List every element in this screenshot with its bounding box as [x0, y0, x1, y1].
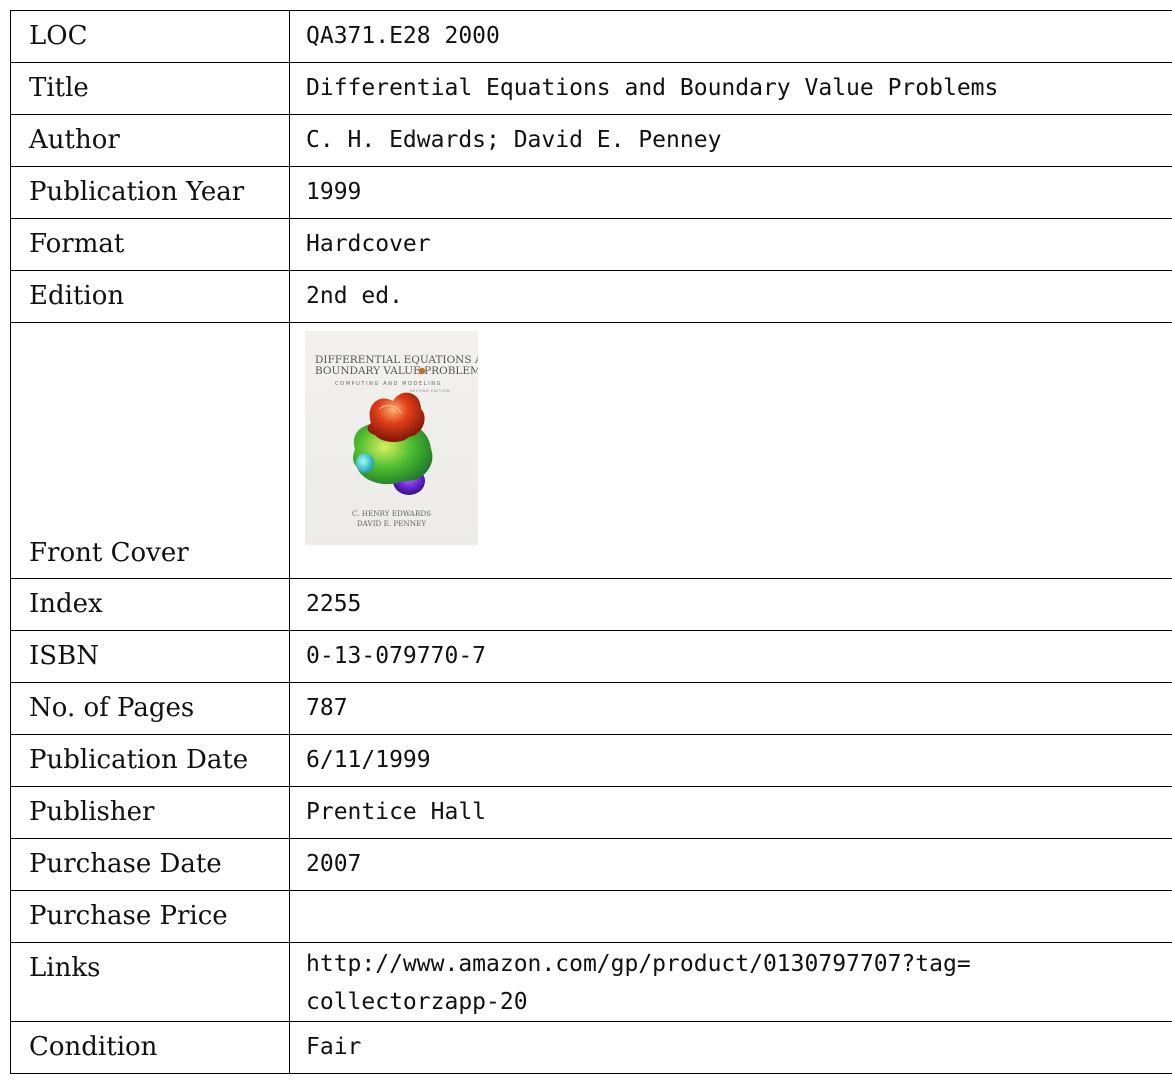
- condition-label: Condition: [10, 1021, 290, 1074]
- row-index: Index 2255: [10, 578, 1172, 631]
- title-label: Title: [10, 62, 290, 115]
- row-edition: Edition 2nd ed.: [10, 270, 1172, 323]
- index-value: 2255: [289, 578, 1172, 631]
- edition-label: Edition: [10, 270, 290, 323]
- index-label: Index: [10, 578, 290, 631]
- front-cover-image: DIFFERENTIAL EQUATIONS AND BOUNDARY VALU…: [305, 331, 478, 545]
- row-front-cover: Front Cover DIFFERENTIAL EQUATIONS AND B…: [10, 322, 1172, 579]
- loc-label: LOC: [10, 10, 290, 63]
- cover-authors: C. HENRY EDWARDS DAVID E. PENNEY: [305, 509, 478, 529]
- row-loc: LOC QA371.E28 2000: [10, 10, 1172, 63]
- author-value: C. H. Edwards; David E. Penney: [289, 114, 1172, 167]
- pages-value: 787: [289, 682, 1172, 735]
- publication-year-label: Publication Year: [10, 166, 290, 219]
- purchase-date-value: 2007: [289, 838, 1172, 891]
- author-label: Author: [10, 114, 290, 167]
- row-publication-year: Publication Year 1999: [10, 166, 1172, 219]
- row-author: Author C. H. Edwards; David E. Penney: [10, 114, 1172, 167]
- row-pages: No. of Pages 787: [10, 682, 1172, 735]
- cover-logo-dot-icon: [418, 367, 426, 375]
- row-publisher: Publisher Prentice Hall: [10, 786, 1172, 839]
- cover-author1: C. HENRY EDWARDS: [351, 509, 432, 518]
- purchase-price-label: Purchase Price: [10, 890, 290, 943]
- links-value[interactable]: http://www.amazon.com/gp/product/0130797…: [289, 942, 1172, 1022]
- row-condition: Condition Fair: [10, 1021, 1172, 1074]
- row-purchase-price: Purchase Price: [10, 890, 1172, 943]
- publication-date-value: 6/11/1999: [289, 734, 1172, 787]
- purchase-date-label: Purchase Date: [10, 838, 290, 891]
- publication-year-value: 1999: [289, 166, 1172, 219]
- row-isbn: ISBN 0-13-079770-7: [10, 630, 1172, 683]
- links-url-line1[interactable]: http://www.amazon.com/gp/product/0130797…: [306, 945, 1172, 983]
- row-publication-date: Publication Date 6/11/1999: [10, 734, 1172, 787]
- isbn-value: 0-13-079770-7: [289, 630, 1172, 683]
- row-purchase-date: Purchase Date 2007: [10, 838, 1172, 891]
- front-cover-label: Front Cover: [10, 322, 290, 579]
- edition-value: 2nd ed.: [289, 270, 1172, 323]
- format-value: Hardcover: [289, 218, 1172, 271]
- row-format: Format Hardcover: [10, 218, 1172, 271]
- isbn-label: ISBN: [10, 630, 290, 683]
- publication-date-label: Publication Date: [10, 734, 290, 787]
- title-value: Differential Equations and Boundary Valu…: [289, 62, 1172, 115]
- row-title: Title Differential Equations and Boundar…: [10, 62, 1172, 115]
- book-record-table: LOC QA371.E28 2000 Title Differential Eq…: [10, 10, 1172, 1074]
- cover-author2: DAVID E. PENNEY: [356, 519, 427, 528]
- front-cover-cell: DIFFERENTIAL EQUATIONS AND BOUNDARY VALU…: [289, 322, 1172, 579]
- row-links: Links http://www.amazon.com/gp/product/0…: [10, 942, 1172, 1022]
- links-url-line2[interactable]: collectorzapp-20: [306, 983, 1172, 1021]
- publisher-label: Publisher: [10, 786, 290, 839]
- loc-value: QA371.E28 2000: [289, 10, 1172, 63]
- publisher-value: Prentice Hall: [289, 786, 1172, 839]
- condition-value: Fair: [289, 1021, 1172, 1074]
- format-label: Format: [10, 218, 290, 271]
- purchase-price-value: [289, 890, 1172, 943]
- pages-label: No. of Pages: [10, 682, 290, 735]
- links-label: Links: [10, 942, 290, 1022]
